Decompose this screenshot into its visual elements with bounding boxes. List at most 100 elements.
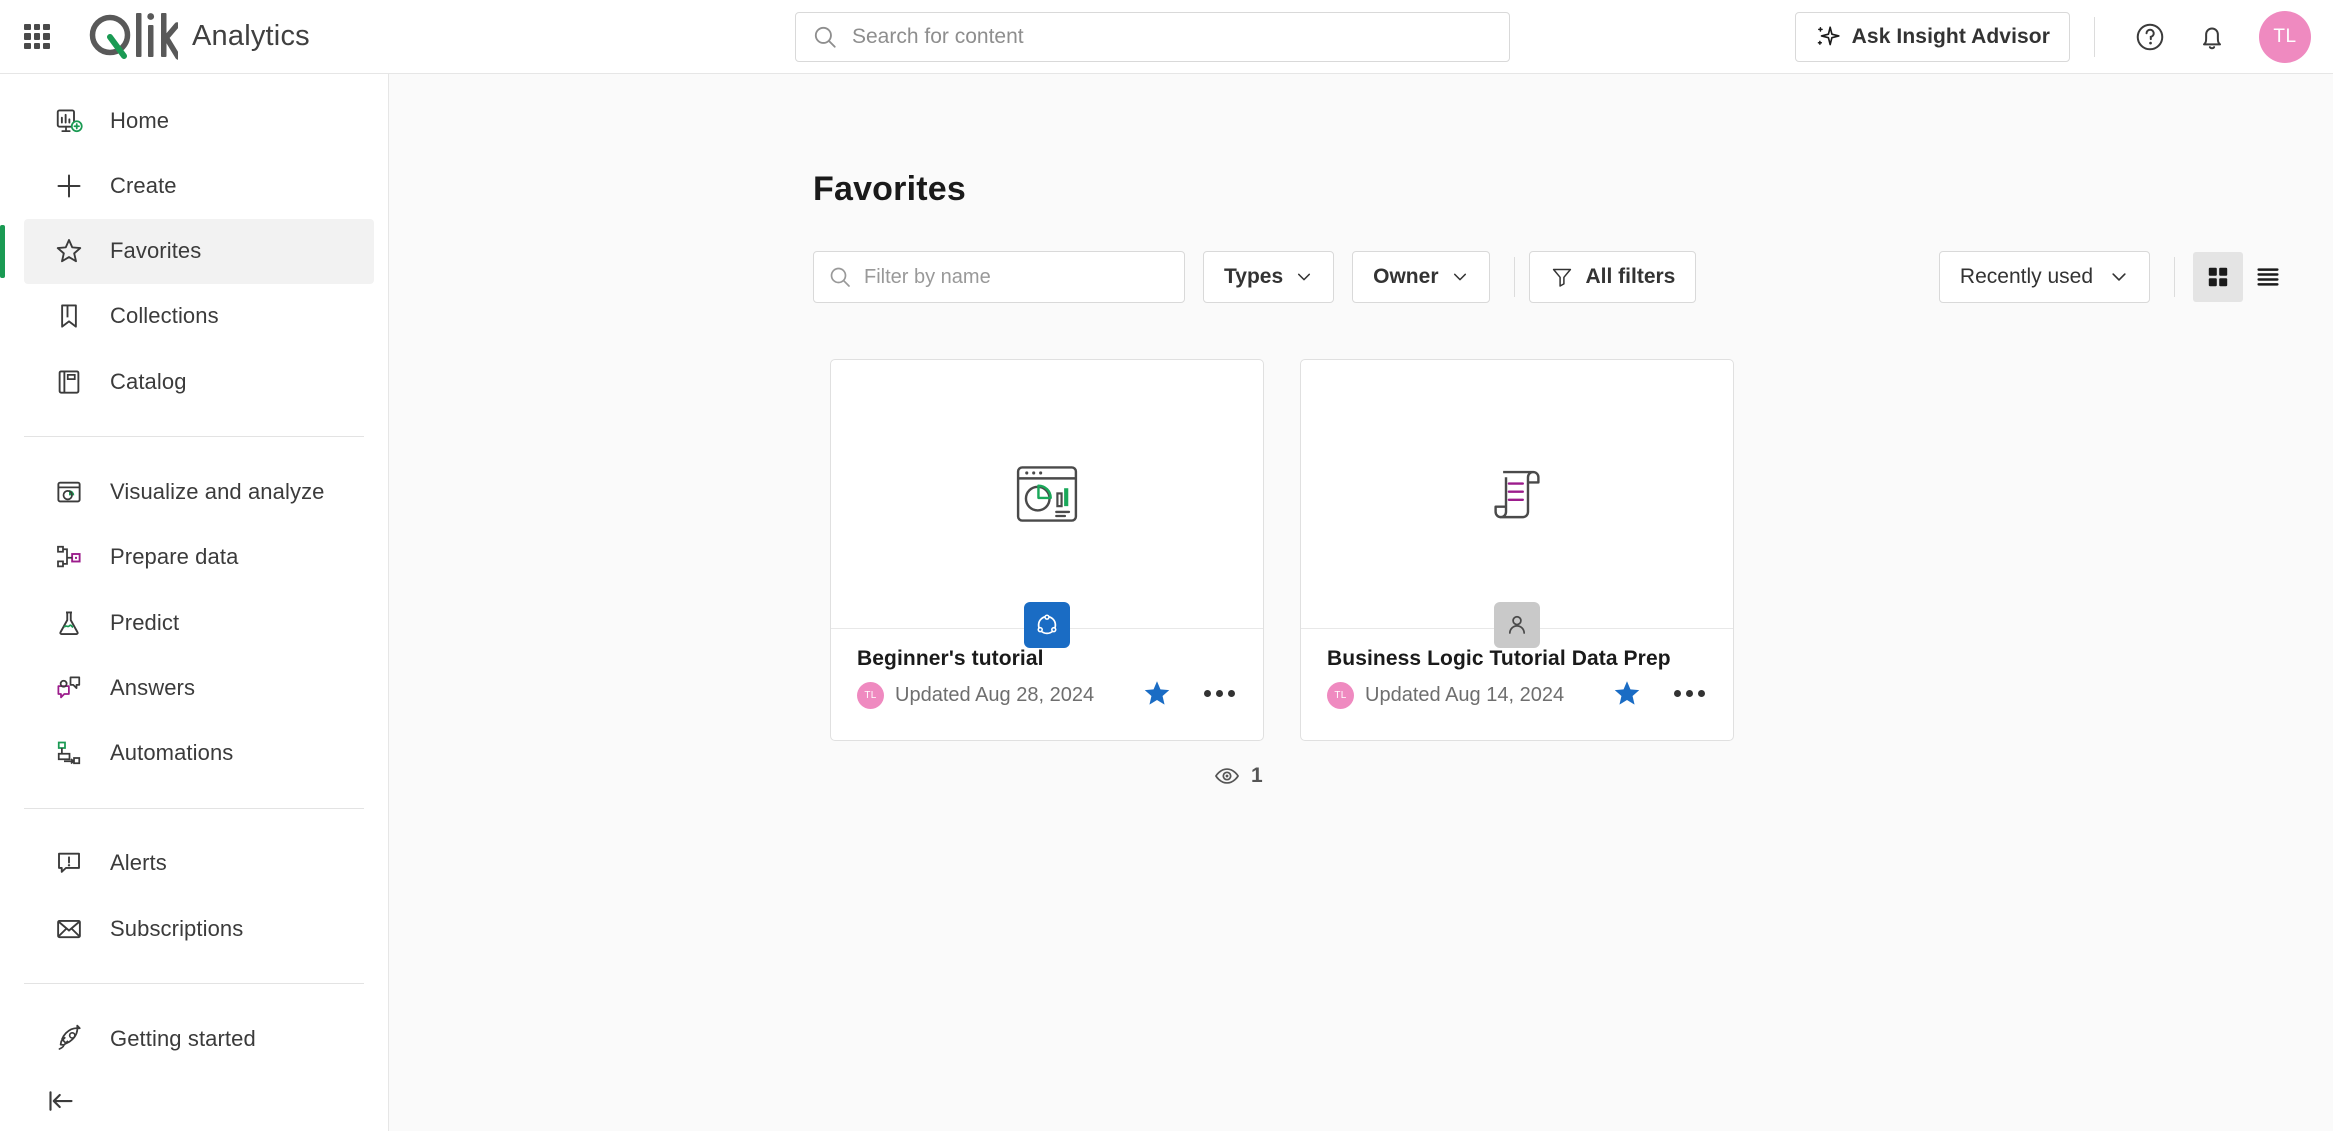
notifications-button[interactable] <box>2189 14 2235 60</box>
collapse-left-icon <box>49 1091 73 1112</box>
sidebar-item-label: Automations <box>110 740 234 766</box>
card-type-badge <box>1024 602 1070 648</box>
chevron-down-icon <box>1453 273 1466 281</box>
views-count: 1 <box>1251 764 1263 787</box>
more-options-button[interactable] <box>1202 684 1237 703</box>
view-toggle-group <box>2193 252 2293 302</box>
ask-insight-advisor-button[interactable]: Ask Insight Advisor <box>1794 11 2070 62</box>
content-card-grid: Beginner's tutorial TL Updated Aug 28, 2… <box>389 303 2333 741</box>
card-type-badge <box>1494 602 1540 648</box>
automations-icon <box>52 738 86 768</box>
sidebar-item-predict[interactable]: Predict <box>24 590 374 655</box>
card-updated-date: Updated Aug 14, 2024 <box>1365 684 1565 706</box>
favorite-star-button[interactable] <box>1142 678 1172 708</box>
left-sidebar: Home Create Favorites Collections Catalo… <box>0 74 389 1131</box>
collapse-sidebar-button[interactable] <box>0 1072 388 1131</box>
top-header: Analytics Search for content Ask Insight… <box>0 0 2333 74</box>
card-thumbnail <box>1301 360 1733 628</box>
avatar-initials: TL <box>2273 25 2297 47</box>
chevron-down-icon <box>1298 273 1311 281</box>
ask-insight-advisor-label: Ask Insight Advisor <box>1851 24 2050 48</box>
sidebar-item-getting-started[interactable]: Getting started <box>24 1006 374 1071</box>
views-indicator: 1 <box>389 741 2333 789</box>
list-view-icon <box>2257 268 2279 286</box>
sidebar-item-label: Collections <box>110 303 219 329</box>
toolbar-right-group: Recently used <box>1938 251 2293 303</box>
filter-placeholder: Filter by name <box>864 265 991 288</box>
header-divider <box>2094 16 2095 57</box>
all-filters-button[interactable]: All filters <box>1528 251 1697 303</box>
card-actions <box>1612 678 1707 708</box>
person-icon <box>1508 615 1526 634</box>
sidebar-item-label: Home <box>110 107 170 133</box>
more-options-button[interactable] <box>1672 684 1707 703</box>
owner-filter-dropdown[interactable]: Owner <box>1352 251 1490 303</box>
sidebar-item-label: Subscriptions <box>110 915 244 941</box>
card-footer: Beginner's tutorial TL Updated Aug 28, 2… <box>831 602 1263 740</box>
global-search-input[interactable]: Search for content <box>795 11 1510 62</box>
sidebar-item-collections[interactable]: Collections <box>24 284 374 349</box>
answers-chat-icon <box>52 673 86 703</box>
sidebar-item-prepare-data[interactable]: Prepare data <box>24 525 374 590</box>
sidebar-item-label: Create <box>110 172 177 198</box>
favorite-star-button[interactable] <box>1612 678 1642 708</box>
grid-view-icon <box>2208 267 2228 287</box>
content-card[interactable]: Business Logic Tutorial Data Prep TL Upd… <box>1300 359 1734 741</box>
sidebar-item-catalog[interactable]: Catalog <box>24 349 374 414</box>
rocket-icon <box>52 1024 86 1054</box>
card-footer: Business Logic Tutorial Data Prep TL Upd… <box>1301 602 1733 740</box>
sidebar-item-alerts[interactable]: Alerts <box>24 831 374 896</box>
main-content: Favorites Filter by name Types Owner All… <box>389 74 2333 1131</box>
user-avatar[interactable]: TL <box>2259 10 2311 63</box>
brand-logo[interactable]: Analytics <box>86 11 310 63</box>
sidebar-item-home[interactable]: Home <box>24 88 374 153</box>
list-view-button[interactable] <box>2243 252 2293 302</box>
sidebar-divider <box>24 983 364 985</box>
sidebar-item-subscriptions[interactable]: Subscriptions <box>24 896 374 961</box>
product-name: Analytics <box>192 20 310 52</box>
sort-dropdown[interactable]: Recently used <box>1938 251 2150 303</box>
star-filled-icon <box>1614 681 1640 705</box>
card-thumbnail <box>831 360 1263 628</box>
qlik-logo-icon <box>89 12 178 60</box>
search-icon <box>830 267 850 287</box>
help-circle-icon <box>2136 23 2164 50</box>
card-updated-date: Updated Aug 28, 2024 <box>895 684 1095 706</box>
app-chart-window-icon <box>1016 466 1078 522</box>
sidebar-item-create[interactable]: Create <box>24 153 374 218</box>
types-filter-dropdown[interactable]: Types <box>1203 251 1335 303</box>
sidebar-item-label: Visualize and analyze <box>110 479 325 505</box>
filter-by-name-input[interactable]: Filter by name <box>813 251 1185 303</box>
home-dashboard-icon <box>52 106 86 136</box>
types-label: Types <box>1224 265 1284 288</box>
content-card[interactable]: Beginner's tutorial TL Updated Aug 28, 2… <box>830 359 1264 741</box>
visualize-icon <box>52 477 86 507</box>
page-title: Favorites <box>813 170 966 208</box>
grid-view-button[interactable] <box>2193 252 2243 302</box>
sidebar-item-label: Prepare data <box>110 544 239 570</box>
help-button[interactable] <box>2127 14 2173 60</box>
sidebar-divider <box>24 436 364 438</box>
star-filled-icon <box>1144 681 1170 705</box>
card-title: Beginner's tutorial <box>857 647 1044 670</box>
sidebar-item-automations[interactable]: Automations <box>24 721 374 786</box>
sidebar-item-visualize-and-analyze[interactable]: Visualize and analyze <box>24 459 374 524</box>
star-outline-icon <box>52 236 86 266</box>
header-actions: Ask Insight Advisor TL <box>1794 10 2333 63</box>
sidebar-item-favorites[interactable]: Favorites <box>0 218 374 284</box>
sidebar-item-label: Favorites <box>110 238 202 264</box>
sidebar-item-answers[interactable]: Answers <box>24 655 374 720</box>
sidebar-item-label: Catalog <box>110 368 187 394</box>
sidebar-divider <box>24 807 364 809</box>
all-filters-label: All filters <box>1585 265 1676 288</box>
owner-label: Owner <box>1373 265 1439 288</box>
global-search-placeholder: Search for content <box>852 24 1024 48</box>
card-owner-avatar: TL <box>1327 682 1354 709</box>
sidebar-item-label: Getting started <box>110 1025 256 1051</box>
content-toolbar: Filter by name Types Owner All filters R… <box>389 209 2333 303</box>
sidebar-item-label: Alerts <box>110 850 167 876</box>
app-launcher-waffle-icon[interactable] <box>20 20 54 54</box>
sidebar-item-label: Answers <box>110 674 196 700</box>
card-owner-initials: TL <box>1334 690 1347 701</box>
bell-icon <box>2203 26 2221 49</box>
